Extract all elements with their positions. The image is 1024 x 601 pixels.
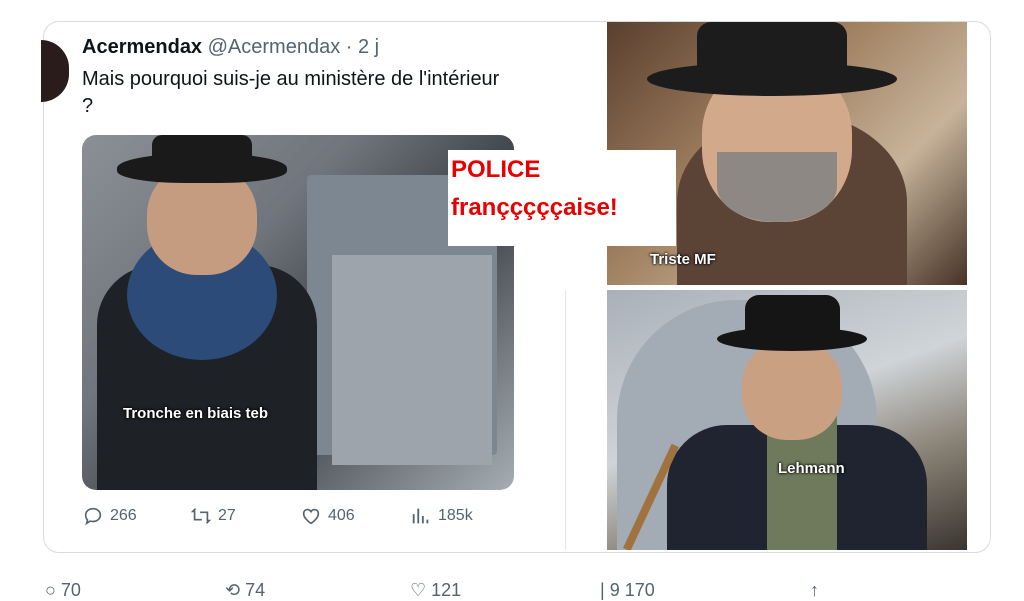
bottom-reply-count: 70 bbox=[60, 580, 81, 600]
photo-lehmann bbox=[607, 290, 967, 550]
police-label-box: POLICE françççççaise! bbox=[448, 150, 676, 246]
views-icon bbox=[412, 508, 429, 524]
views-action[interactable]: 185k bbox=[410, 505, 473, 527]
bottom-like-count: 121 bbox=[431, 580, 462, 600]
reply-count: 266 bbox=[110, 507, 137, 524]
caption-top-right: Triste MF bbox=[650, 251, 716, 268]
like-action[interactable]: 406 bbox=[300, 505, 355, 527]
divider bbox=[565, 290, 566, 550]
police-line-1: POLICE bbox=[451, 156, 541, 183]
hat-crown bbox=[745, 295, 840, 337]
bottom-views-count: 9 170 bbox=[609, 580, 655, 600]
bottom-like-action[interactable]: ♡ 121 bbox=[410, 580, 461, 601]
reply-icon bbox=[84, 507, 102, 526]
retweet-action[interactable]: 27 bbox=[190, 505, 236, 527]
hat-crown bbox=[152, 135, 252, 167]
beard bbox=[717, 152, 837, 222]
caption-bottom-right: Lehmann bbox=[778, 460, 845, 477]
bottom-views-action[interactable]: | 9 170 bbox=[600, 580, 655, 601]
like-count: 406 bbox=[328, 507, 355, 524]
retweet-count: 27 bbox=[218, 507, 236, 524]
tweet-time: · 2 j bbox=[345, 36, 380, 58]
heart-icon bbox=[302, 508, 320, 525]
reply-action[interactable]: 266 bbox=[82, 505, 137, 527]
views-count: 185k bbox=[438, 507, 473, 524]
police-line-2: françççççaise! bbox=[451, 194, 618, 221]
bottom-reply-action[interactable]: ○ 70 bbox=[45, 580, 81, 601]
ministry-plaque bbox=[332, 255, 492, 465]
hat-crown bbox=[697, 22, 847, 77]
retweet-icon bbox=[190, 508, 212, 524]
tweet-author[interactable]: Acermendax @Acermendax · 2 j bbox=[82, 36, 379, 59]
bottom-retweet-action[interactable]: ⟲ 74 bbox=[225, 580, 265, 601]
caption-left: Tronche en biais teb bbox=[123, 405, 269, 422]
face bbox=[742, 340, 842, 440]
bottom-retweet-count: 74 bbox=[245, 580, 266, 600]
tweet-text: Mais pourquoi suis-je au ministère de l'… bbox=[82, 68, 500, 117]
display-name[interactable]: Acermendax bbox=[82, 36, 202, 58]
handle[interactable]: @Acermendax bbox=[208, 36, 341, 58]
share-icon[interactable]: ↑ bbox=[810, 580, 819, 601]
